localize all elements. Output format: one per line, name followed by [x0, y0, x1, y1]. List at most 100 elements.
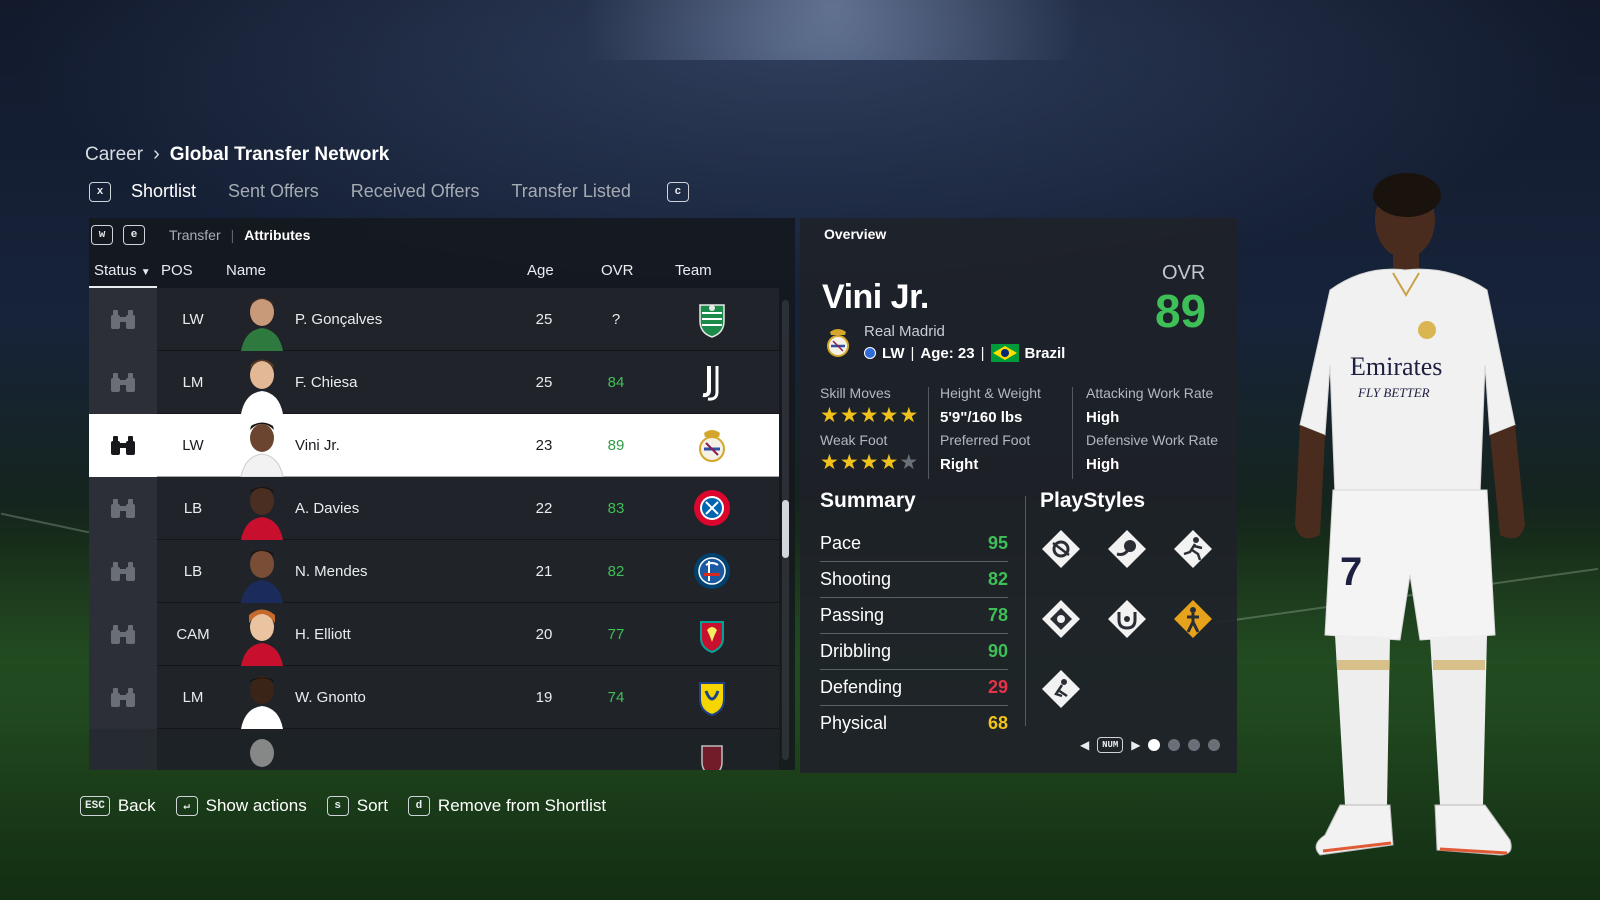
- page-dot-3[interactable]: [1188, 739, 1201, 751]
- playstyles-grid: [1040, 528, 1220, 728]
- player-age: 20: [535, 626, 553, 643]
- psg-crest-icon: [692, 551, 732, 591]
- star-icon: ★: [899, 404, 919, 427]
- player-pos: LM: [182, 689, 204, 706]
- table-row[interactable]: [89, 729, 779, 770]
- table-row[interactable]: LB A. Davies 22 83: [89, 477, 779, 540]
- col-status[interactable]: Status ▼: [94, 262, 151, 279]
- overview-pager: ◀ NUM ▶: [1080, 737, 1221, 753]
- player-pos: LM: [182, 374, 204, 391]
- col-team[interactable]: Team: [675, 262, 712, 279]
- caret-right-icon[interactable]: ▶: [1131, 738, 1140, 752]
- player-name: W. Gnonto: [295, 689, 366, 706]
- playstyle-finesse-shot-icon[interactable]: [1040, 528, 1082, 570]
- player-ovr: 84: [607, 374, 625, 391]
- player-ovr: ?: [611, 311, 621, 328]
- player-portrait: [237, 544, 287, 603]
- stat-name: Defending: [820, 677, 903, 697]
- playstyle-trickster-icon[interactable]: [1040, 668, 1082, 710]
- stat-name: Pace: [820, 533, 862, 553]
- sporting-crest-icon: [692, 299, 732, 339]
- table-row[interactable]: LB N. Mendes 21 82: [89, 540, 779, 603]
- col-status-label: Status: [94, 262, 137, 279]
- tab-prev-key[interactable]: x: [89, 181, 111, 202]
- binoculars-icon: [89, 288, 157, 351]
- star-icon: ★: [859, 404, 879, 427]
- scrollbar-thumb[interactable]: [782, 500, 789, 558]
- player-pos: LW: [182, 311, 204, 328]
- show-actions-label: Show actions: [205, 796, 307, 815]
- caret-left-icon[interactable]: ◀: [1080, 738, 1089, 752]
- tab-transfer-listed[interactable]: Transfer Listed: [511, 181, 630, 202]
- player-name: P. Gonçalves: [295, 311, 383, 328]
- player-render: Emirates FLY BETTER 7: [1275, 165, 1560, 890]
- player-rows: LW P. Gonçalves 25 ? LM F. Chiesa 25 84: [89, 288, 779, 770]
- remove-from-shortlist-button[interactable]: d Remove from Shortlist: [407, 796, 606, 816]
- player-ovr: 74: [607, 689, 625, 706]
- tab-sent-offers[interactable]: Sent Offers: [228, 181, 319, 202]
- playstyle-chip-shot-icon[interactable]: [1106, 528, 1148, 570]
- subtab-divider: |: [230, 227, 235, 243]
- tab-next-key[interactable]: c: [666, 181, 689, 202]
- table-row[interactable]: LW P. Gonçalves 25 ?: [89, 288, 779, 351]
- overview-panel: Overview Vini Jr. OVR 89 Real Madrid LW …: [800, 218, 1237, 773]
- skill-moves-label: Skill Moves: [820, 385, 891, 401]
- table-row[interactable]: CAM H. Elliott 20 77: [89, 603, 779, 666]
- page-dot-1[interactable]: [1148, 739, 1161, 751]
- defensive-work-rate-value: High: [1086, 456, 1120, 473]
- star-icon: ★: [859, 451, 879, 474]
- stat-value: 82: [987, 569, 1008, 589]
- subtab-prev-key[interactable]: w: [91, 225, 113, 245]
- back-label: Back: [117, 796, 156, 815]
- col-pos[interactable]: POS: [161, 262, 193, 279]
- breadcrumb-root[interactable]: Career: [85, 144, 143, 166]
- subtab-transfer[interactable]: Transfer: [169, 227, 221, 243]
- player-name: A. Davies: [295, 500, 360, 517]
- stat-row-pace: Pace 95: [820, 526, 1008, 562]
- separator: |: [980, 344, 985, 362]
- playstyle-flair-icon[interactable]: [1106, 598, 1148, 640]
- playstyle-technical-icon[interactable]: [1040, 598, 1082, 640]
- player-pos: LB: [183, 500, 203, 517]
- ovr-value: 89: [1155, 285, 1207, 337]
- table-row[interactable]: LM F. Chiesa 25 84: [89, 351, 779, 414]
- stat-row-shooting: Shooting 82: [820, 562, 1008, 598]
- tab-shortlist[interactable]: Shortlist: [131, 181, 196, 202]
- num-key[interactable]: NUM: [1097, 737, 1124, 753]
- scrollbar[interactable]: [782, 300, 789, 760]
- col-age[interactable]: Age: [527, 262, 554, 279]
- star-icon: ★: [839, 451, 859, 474]
- back-button[interactable]: ESC Back: [80, 796, 156, 816]
- stat-value: 95: [987, 533, 1008, 553]
- subtab-attributes[interactable]: Attributes: [244, 227, 310, 243]
- position-dot-icon: [864, 347, 876, 359]
- star-icon: ★: [879, 451, 899, 474]
- sponsor-text: Emirates: [1350, 352, 1442, 381]
- player-pos: LB: [183, 563, 203, 580]
- chevron-right-icon: ›: [153, 143, 160, 165]
- summary-title: Summary: [820, 489, 916, 512]
- preferred-foot-label: Preferred Foot: [940, 432, 1031, 448]
- col-ovr[interactable]: OVR: [601, 262, 634, 279]
- leeds-crest-icon: [692, 677, 732, 717]
- sort-button[interactable]: s Sort: [326, 796, 388, 816]
- player-portrait: [237, 733, 287, 770]
- page-dot-4[interactable]: [1208, 739, 1221, 751]
- separator: |: [910, 344, 915, 362]
- show-actions-button[interactable]: ↵ Show actions: [175, 796, 307, 816]
- page-title: Global Transfer Network: [169, 143, 390, 165]
- playstyle-plus-rapid-icon[interactable]: [1172, 598, 1214, 640]
- page-dot-2[interactable]: [1168, 739, 1181, 751]
- player-portrait: [237, 670, 287, 729]
- tab-bar: x Shortlist Sent Offers Received Offers …: [89, 181, 689, 202]
- table-row-selected[interactable]: LW Vini Jr. 23 89: [89, 414, 779, 478]
- col-name[interactable]: Name: [226, 262, 266, 279]
- subtab-next-key[interactable]: e: [123, 225, 145, 245]
- liverpool-crest-icon: [692, 614, 732, 654]
- divider: [928, 387, 929, 479]
- playstyle-quick-step-icon[interactable]: [1172, 528, 1214, 570]
- tab-received-offers[interactable]: Received Offers: [351, 181, 480, 202]
- preferred-foot-value: Right: [940, 456, 979, 473]
- stat-row-dribbling: Dribbling 90: [820, 634, 1008, 670]
- table-row[interactable]: LM W. Gnonto 19 74: [89, 666, 779, 729]
